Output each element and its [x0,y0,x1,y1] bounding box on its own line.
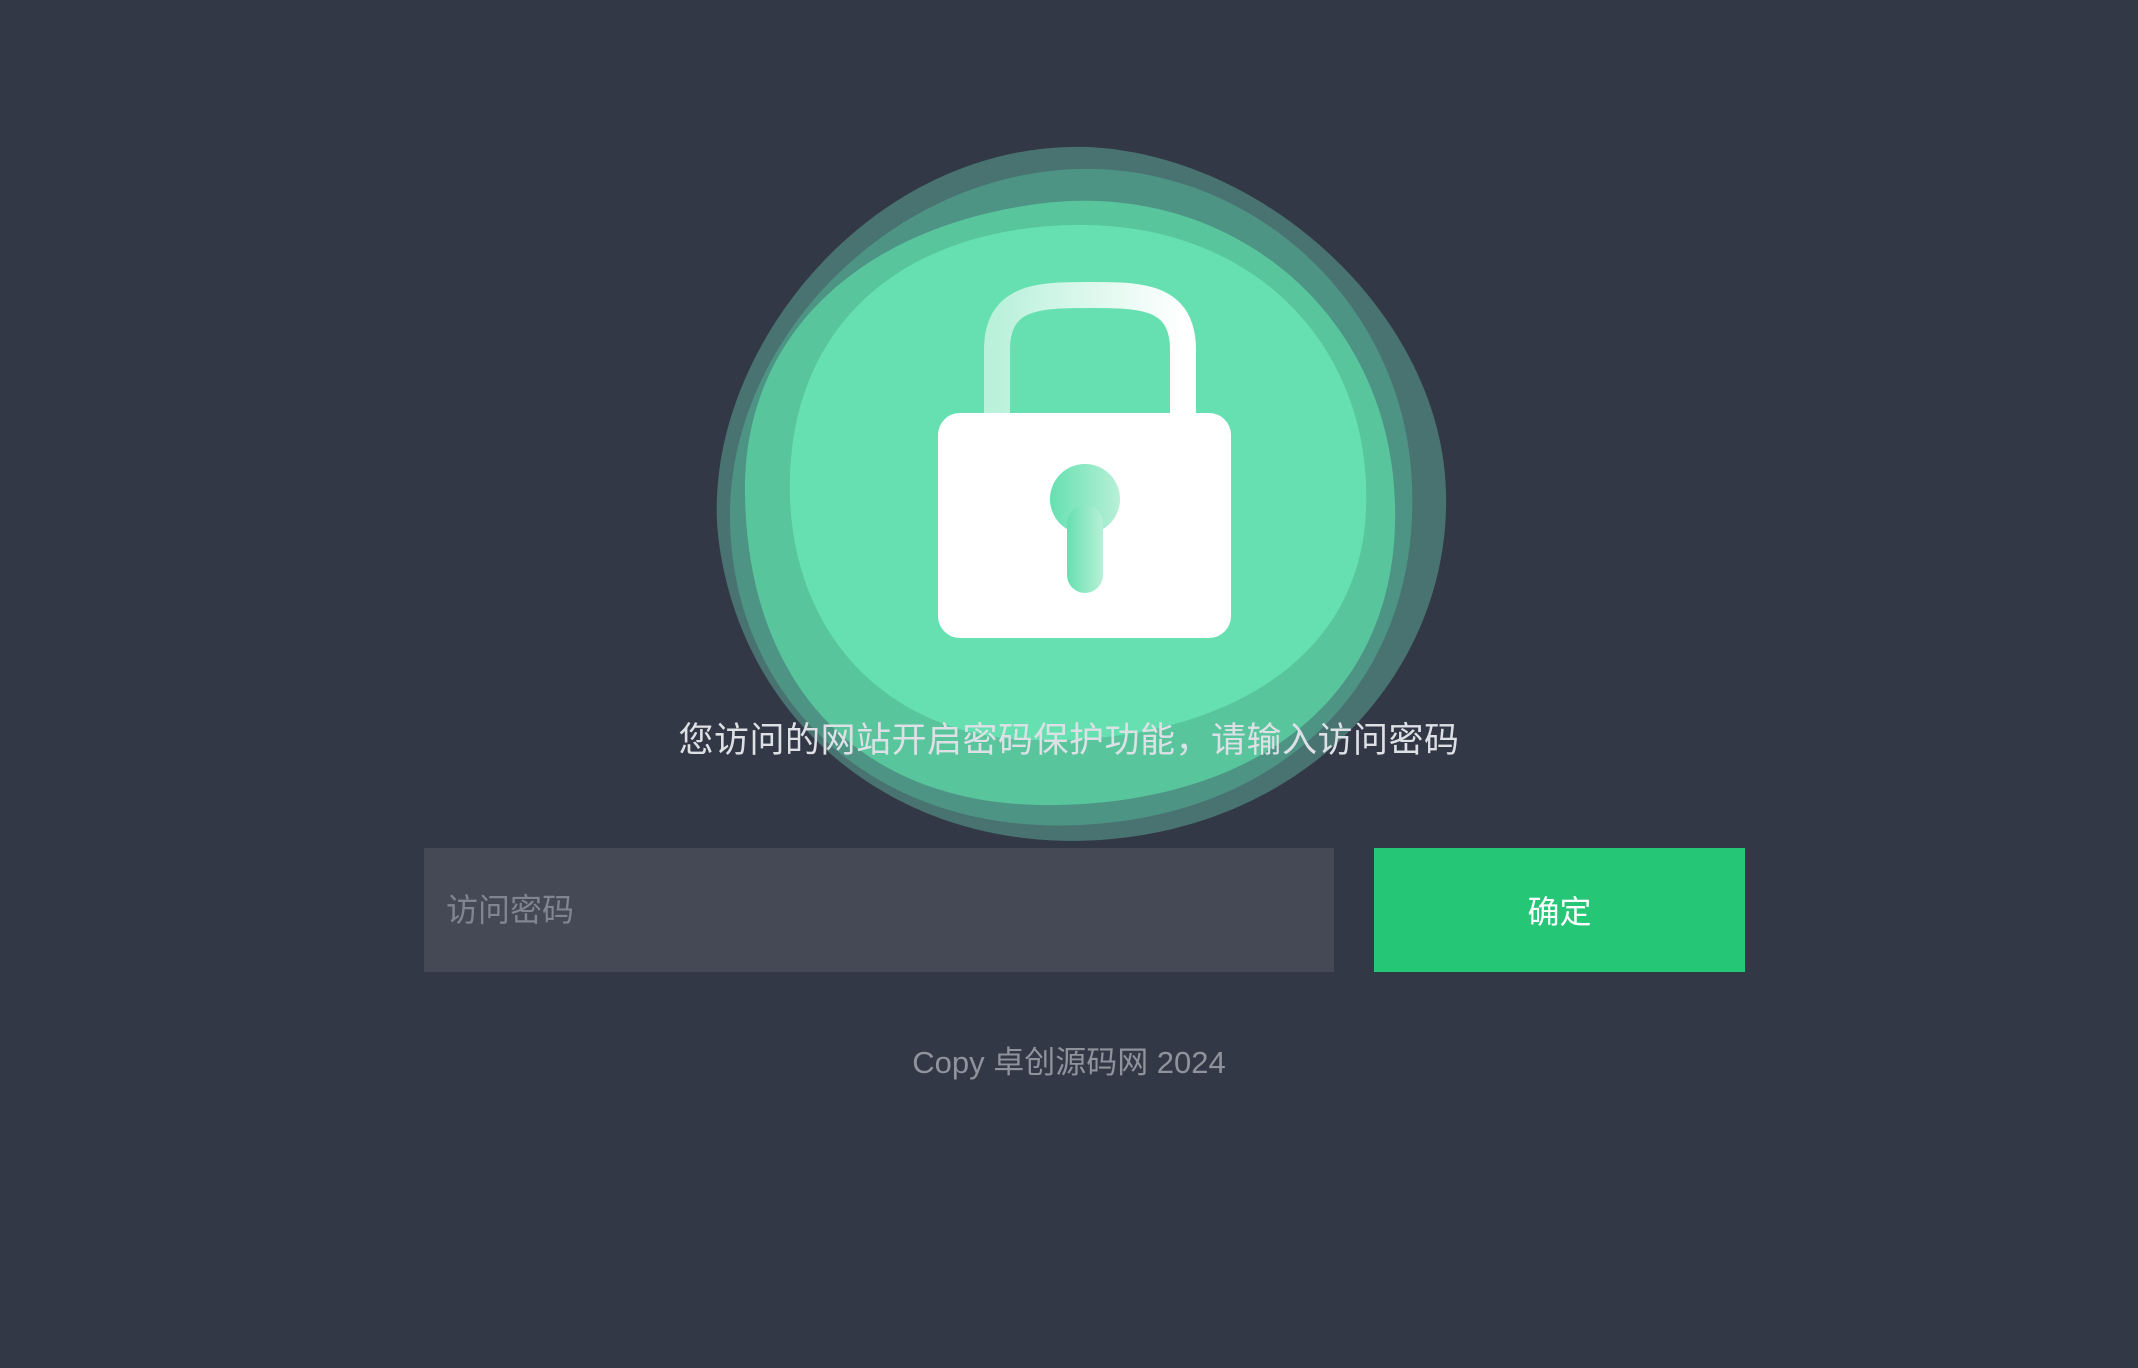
password-protection-page: 您访问的网站开启密码保护功能，请输入访问密码 确定 Copy 卓创源码网 202… [0,0,2138,1368]
footer-copyright: Copy 卓创源码网 2024 [912,1045,1226,1080]
password-input[interactable] [424,848,1334,972]
protection-message: 您访问的网站开启密码保护功能，请输入访问密码 [678,721,1460,761]
lock-keyhole-stem [1067,505,1103,593]
confirm-button[interactable]: 确定 [1374,848,1745,972]
password-form: 确定 [424,848,1745,972]
